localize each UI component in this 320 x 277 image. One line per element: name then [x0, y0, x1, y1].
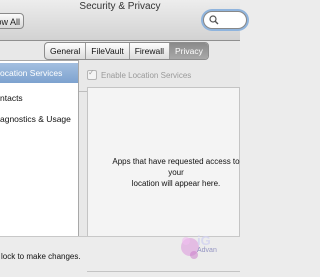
tab-firewall[interactable]: Firewall	[130, 43, 170, 59]
empty-message-line-1: Apps that have requested access to your	[112, 157, 240, 177]
sidebar-item-diagnostics-usage[interactable]: agnostics & Usage	[0, 114, 71, 124]
show-all-button[interactable]: ow All	[0, 13, 24, 29]
tab-privacy[interactable]: Privacy	[169, 43, 208, 59]
search-icon	[209, 15, 219, 25]
lock-message[interactable]: lock to make changes.	[1, 252, 81, 261]
sidebar-item-contacts[interactable]: ntacts	[0, 93, 23, 103]
sidebar-item-label: agnostics & Usage	[0, 114, 71, 124]
tab-filevault[interactable]: FileVault	[86, 43, 130, 59]
watermark-text: iG	[197, 233, 211, 248]
sidebar-item-label: ocation Services	[0, 68, 63, 78]
tab-general[interactable]: General	[45, 43, 87, 59]
empty-message-line-2: location will appear here.	[131, 179, 221, 188]
empty-list-message: Apps that have requested access to your …	[106, 156, 246, 189]
enable-location-label: Enable Location Services	[101, 70, 192, 80]
tab-bar: General FileVault Firewall Privacy	[44, 42, 209, 60]
window-title: Security & Privacy	[79, 1, 161, 12]
enable-location-services-checkbox[interactable]: Enable Location Services	[87, 68, 192, 80]
checkbox-icon	[87, 68, 97, 80]
search-field[interactable]	[203, 11, 247, 29]
privacy-sidebar: ocation Services ntacts agnostics & Usag…	[0, 60, 79, 237]
sidebar-item-location-services[interactable]: ocation Services	[0, 63, 78, 83]
sidebar-item-label: ntacts	[0, 93, 23, 103]
watermark-subtext: Advan	[197, 247, 217, 254]
title-bar: Security & Privacy ow All	[0, 0, 247, 41]
